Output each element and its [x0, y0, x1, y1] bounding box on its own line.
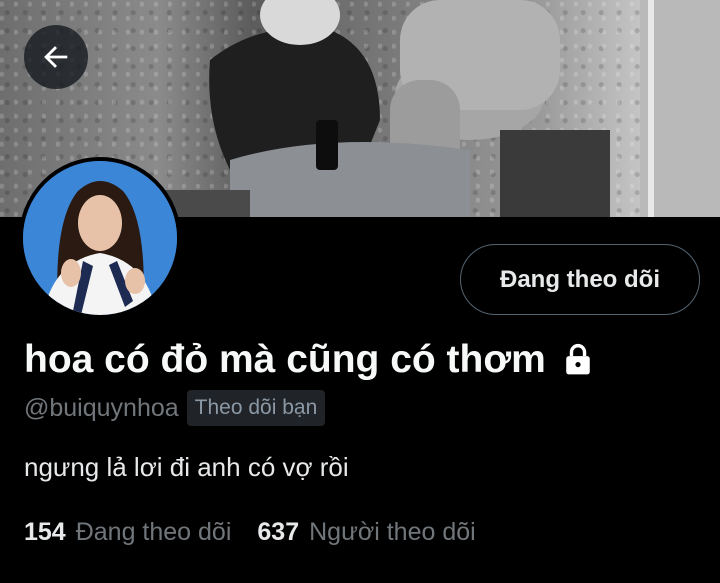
following-button[interactable]: Đang theo dõi [460, 244, 700, 315]
follows-you-badge: Theo dõi bạn [186, 390, 326, 426]
profile-stats: 154 Đang theo dõi 637 Người theo dõi [24, 518, 476, 547]
following-label: Đang theo dõi [75, 518, 232, 546]
following-count: 154 [24, 518, 66, 546]
back-button[interactable] [24, 25, 88, 89]
handle-row: @buiquynhoa Theo dõi bạn [24, 390, 326, 426]
following-button-label: Đang theo dõi [500, 265, 660, 293]
followers-count: 637 [257, 518, 300, 546]
name-row: hoa có đỏ mà cũng có thơm [24, 338, 594, 382]
arrow-left-icon [44, 46, 68, 68]
bio: ngưng lả lơi đi anh có vợ rồi [24, 452, 349, 482]
display-name: hoa có đỏ mà cũng có thơm [24, 338, 546, 381]
avatar[interactable] [19, 157, 181, 319]
lock-icon [565, 343, 590, 375]
avatar-photo [23, 161, 177, 315]
handle: @buiquynhoa [24, 393, 179, 422]
followers-label: Người theo dõi [309, 518, 476, 546]
followers-stat[interactable]: 637 Người theo dõi [257, 518, 475, 547]
following-stat[interactable]: 154 Đang theo dõi [24, 518, 231, 547]
